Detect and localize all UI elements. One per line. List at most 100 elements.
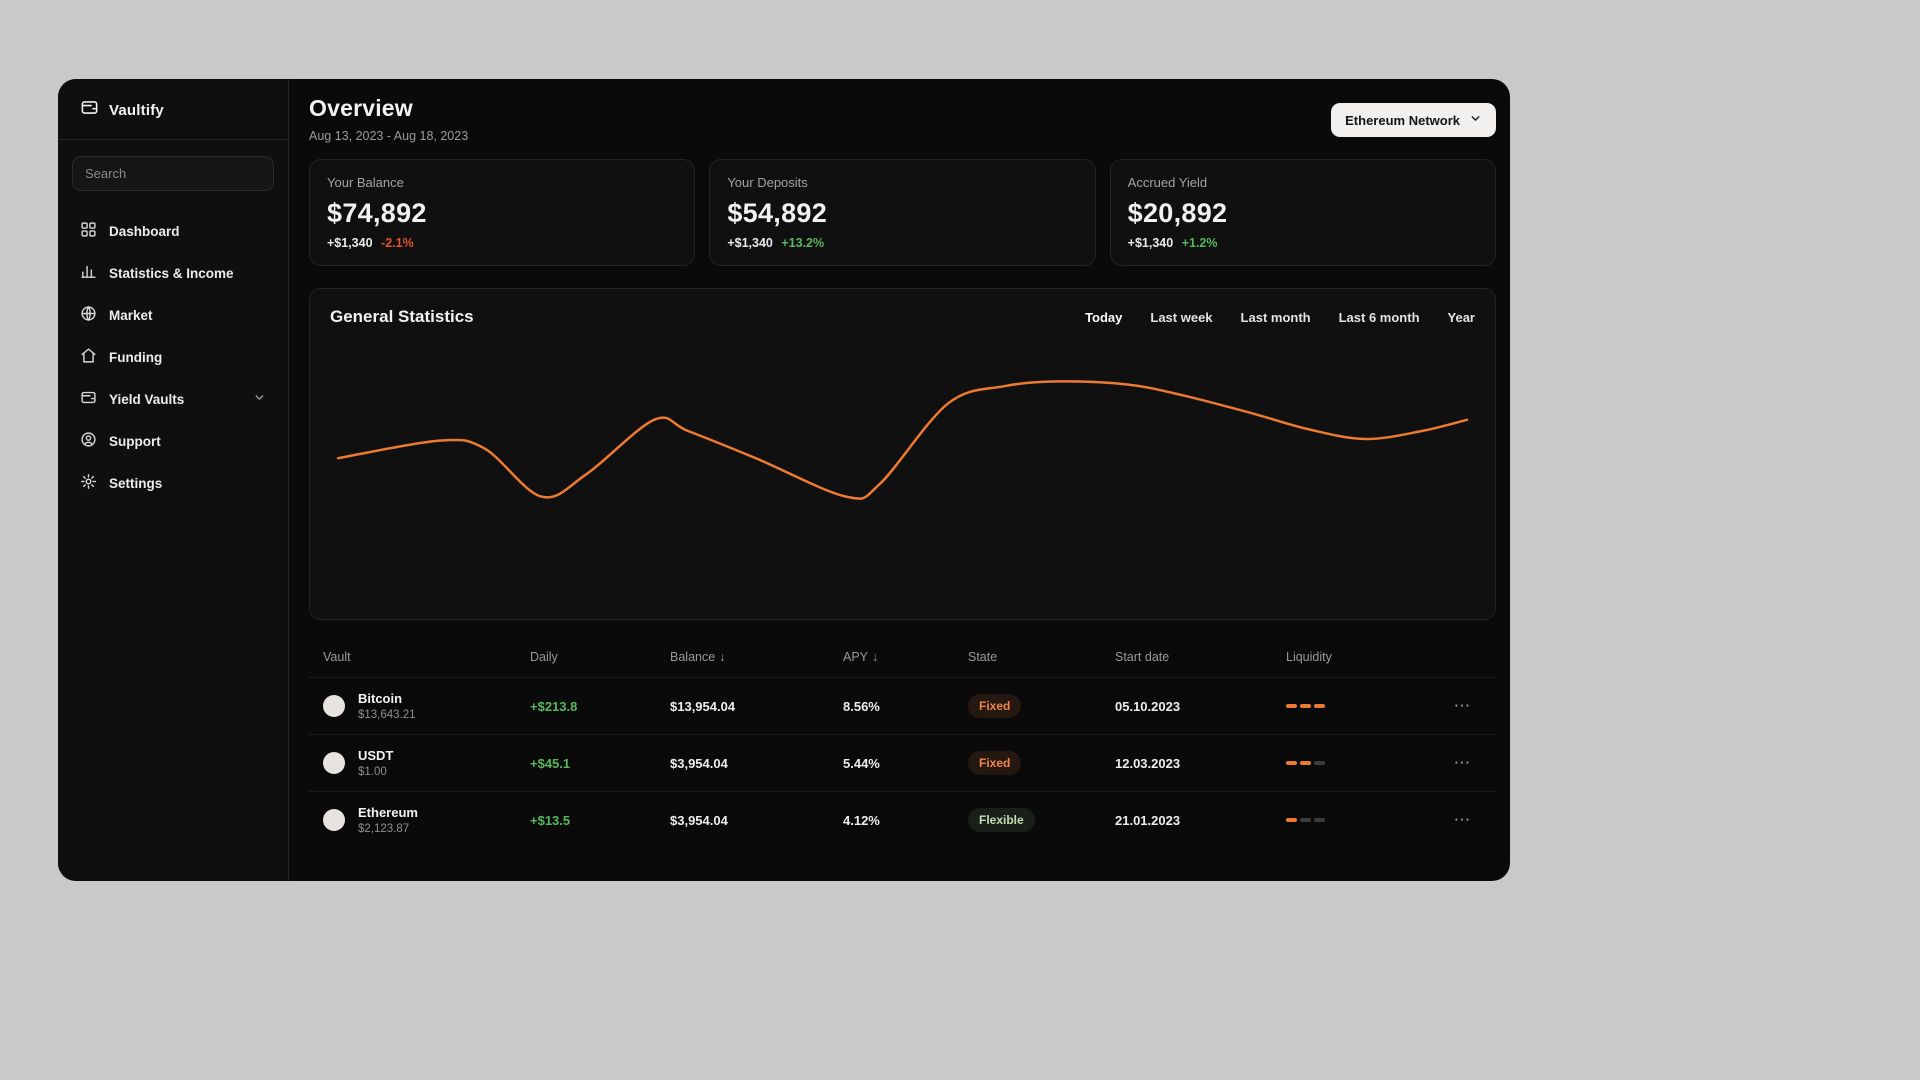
network-selector-button[interactable]: Ethereum Network [1331,103,1496,137]
daily-change: +$213.8 [530,698,578,714]
vault-price: $13,643.21 [358,709,416,721]
dashboard-grid-icon [80,221,97,241]
stat-value: $74,892 [327,198,427,228]
column-header-daily[interactable]: Daily [530,650,670,664]
change-amount: +$1,340 [727,236,773,250]
column-header-start-date[interactable]: Start date [1115,650,1286,664]
stat-label: Your Balance [327,175,404,190]
liquidity-indicator [1286,761,1429,765]
sidebar-item-statistics-income[interactable]: Statistics & Income [68,253,278,293]
stat-value: $20,892 [1127,198,1228,228]
stat-change: +$1,340 -2.1% [327,236,677,250]
liquidity-dot [1314,704,1325,708]
stat-change: +$1,340 +1.2% [1128,236,1478,250]
sidebar-item-label: Statistics & Income [109,265,234,281]
range-tab-last-week[interactable]: Last week [1150,310,1212,325]
table-header: Vault Daily Balance ↓ APY ↓ State Start da… [309,642,1496,677]
column-header-state[interactable]: State [968,650,1115,664]
gear-icon [80,473,97,493]
table-row-ethereum[interactable]: Ethereum $2,123.87 +$13.5 $3,954.04 4.12… [309,791,1496,848]
row-menu-button[interactable]: ⋯ [1446,751,1480,775]
sort-desc-icon: ↓ [872,650,879,664]
liquidity-dot [1300,704,1311,708]
sidebar-item-dashboard[interactable]: Dashboard [68,211,278,251]
range-tab-today[interactable]: Today [1085,310,1122,325]
page-title: Overview [309,95,413,121]
liquidity-dot [1286,761,1297,765]
stat-label: Your Deposits [727,175,808,190]
range-tab-year[interactable]: Year [1448,310,1475,325]
statistics-chart [336,380,1469,500]
liquidity-dot [1314,818,1325,822]
vault-avatar [323,695,345,717]
chevron-down-icon [253,391,266,407]
apy-value: 4.12% [843,812,880,828]
network-selector-label: Ethereum Network [1345,112,1460,128]
sidebar-item-market[interactable]: Market [68,295,278,335]
liquidity-dot [1314,761,1325,765]
sidebar-item-settings[interactable]: Settings [68,463,278,503]
table-row-bitcoin[interactable]: Bitcoin $13,643.21 +$213.8 $13,954.04 8.… [309,677,1496,734]
column-header-balance[interactable]: Balance ↓ [670,650,843,664]
search-input[interactable] [72,156,274,191]
range-tabs: Today Last week Last month Last 6 month … [1085,310,1475,325]
sidebar: Vaultify Dashboard [58,79,289,881]
column-header-apy[interactable]: APY ↓ [843,650,968,664]
liquidity-dot [1300,818,1311,822]
change-percent: +13.2% [781,236,825,250]
sidebar-item-label: Dashboard [109,223,180,239]
vault-avatar [323,809,345,831]
stat-card-balance: Your Balance $74,892 +$1,340 -2.1% [309,159,696,266]
row-menu-button[interactable]: ⋯ [1446,694,1480,718]
daily-change: +$13.5 [530,812,571,828]
apy-value: 8.56% [843,698,880,714]
general-statistics-card: General Statistics Today Last week Last … [309,288,1496,620]
vault-name: Ethereum [358,805,418,820]
row-menu-button[interactable]: ⋯ [1446,808,1480,832]
stat-card-deposits: Your Deposits $54,892 +$1,340 +13.2% [709,159,1096,266]
user-circle-icon [80,431,97,451]
vault-name: Bitcoin [358,691,403,706]
sort-desc-icon: ↓ [719,650,726,664]
stat-cards: Your Balance $74,892 +$1,340 -2.1% Your … [309,159,1496,266]
column-header-vault[interactable]: Vault [323,650,530,664]
home-icon [80,347,97,367]
start-date: 12.03.2023 [1115,755,1181,771]
state-badge: Fixed [968,694,1022,718]
statistics-title: General Statistics [330,307,474,326]
liquidity-dot [1286,704,1297,708]
daily-change: +$45.1 [530,755,571,771]
change-percent: +1.2% [1181,236,1218,250]
change-percent: -2.1% [381,236,414,250]
sidebar-item-support[interactable]: Support [68,421,278,461]
chart-area [330,343,1475,583]
sidebar-item-yield-vaults[interactable]: Yield Vaults [68,379,278,419]
liquidity-dot [1300,761,1311,765]
date-range: Aug 13, 2023 - Aug 18, 2023 [309,129,469,143]
wallet-logo-icon [80,98,99,122]
column-header-liquidity[interactable]: Liquidity [1286,650,1429,664]
sidebar-item-label: Yield Vaults [109,391,185,407]
change-amount: +$1,340 [327,236,373,250]
state-badge: Flexible [968,808,1035,832]
app-title: Vaultify [109,101,164,119]
liquidity-indicator [1286,818,1429,822]
stat-label: Accrued Yield [1127,175,1208,190]
liquidity-indicator [1286,704,1429,708]
change-amount: +$1,340 [1127,236,1174,250]
range-tab-last-month[interactable]: Last month [1241,310,1311,325]
bar-chart-icon [80,263,97,283]
vault-icon [80,389,97,409]
chevron-down-icon [1469,112,1482,128]
sidebar-item-label: Funding [109,349,163,365]
sidebar-item-funding[interactable]: Funding [68,337,278,377]
range-tab-last-6-month[interactable]: Last 6 month [1339,310,1420,325]
stat-card-accrued-yield: Accrued Yield $20,892 +$1,340 +1.2% [1109,159,1496,266]
page-header: Overview Aug 13, 2023 - Aug 18, 2023 Eth… [309,79,1496,143]
balance-value: $3,954.04 [670,755,728,771]
app-window: Vaultify Dashboard [58,79,1510,881]
table-row-usdt[interactable]: USDT $1.00 +$45.1 $3,954.04 5.44% Fixed … [309,734,1496,791]
liquidity-dot [1286,818,1297,822]
logo: Vaultify [58,79,288,140]
balance-value: $13,954.04 [670,698,736,714]
